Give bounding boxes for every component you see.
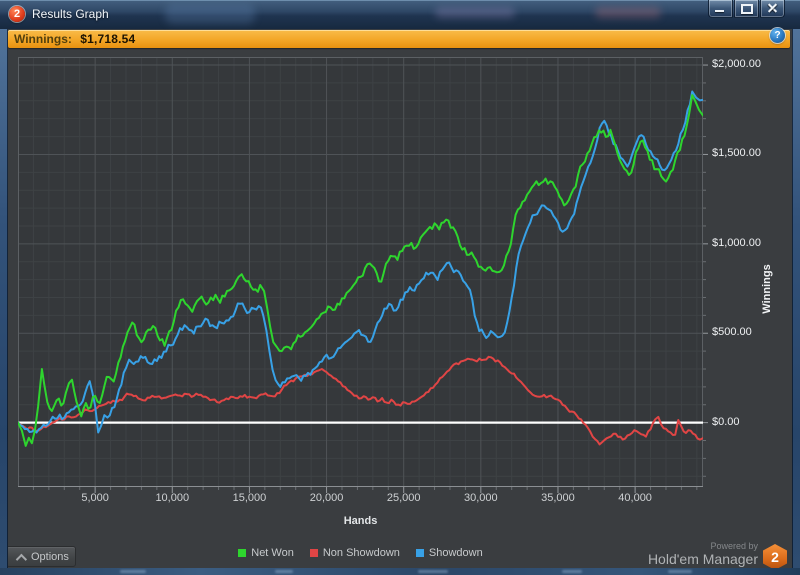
window-border-left	[0, 29, 8, 568]
winnings-label: Winnings:	[14, 32, 72, 46]
window-border-right	[792, 29, 800, 568]
winnings-value: $1,718.54	[80, 32, 135, 46]
x-tick-label: 5,000	[60, 492, 130, 504]
results-graph-window: 2 Results Graph Winnings: $1,718.54 ? 5,…	[0, 0, 800, 575]
glass-reflection	[275, 570, 293, 573]
glass-reflection	[595, 7, 661, 18]
maximize-button[interactable]	[734, 0, 759, 18]
caption-buttons	[708, 0, 786, 18]
brand-label: Hold'em Manager	[648, 551, 758, 567]
legend-swatch-icon	[238, 549, 246, 557]
maximize-icon	[741, 4, 753, 14]
legend-item-showdown[interactable]: Showdown	[416, 547, 483, 559]
minimize-icon	[715, 10, 724, 12]
legend-item-net-won[interactable]: Net Won	[238, 547, 294, 559]
glass-reflection	[165, 4, 255, 24]
x-tick-label: 25,000	[369, 492, 439, 504]
x-tick-label: 40,000	[600, 492, 670, 504]
glass-reflection	[418, 570, 448, 573]
glass-reflection	[435, 7, 515, 18]
hm2-badge-icon: 2	[763, 544, 787, 570]
results-chart-plot[interactable]	[18, 57, 710, 495]
chart-legend: Net Won Non Showdown Showdown	[18, 547, 703, 559]
legend-label: Net Won	[251, 547, 294, 559]
legend-label: Showdown	[429, 547, 483, 559]
legend-swatch-icon	[416, 549, 424, 557]
window-title: Results Graph	[32, 7, 109, 21]
x-tick-label: 30,000	[446, 492, 516, 504]
minimize-button[interactable]	[708, 0, 733, 18]
window-border-bottom	[0, 568, 800, 575]
legend-label: Non Showdown	[323, 547, 400, 559]
x-tick-label: 15,000	[214, 492, 284, 504]
help-icon[interactable]: ?	[770, 28, 785, 43]
x-tick-label: 35,000	[523, 492, 593, 504]
powered-by-label: Powered by	[710, 541, 758, 551]
x-tick-label: 10,000	[137, 492, 207, 504]
y-axis-title: Winnings	[761, 264, 773, 313]
y-tick-label: $2,000.00	[712, 58, 761, 72]
chart-svg	[18, 57, 710, 495]
legend-swatch-icon	[310, 549, 318, 557]
glass-reflection	[120, 570, 146, 573]
glass-reflection	[562, 570, 582, 573]
y-tick-label: $1,000.00	[712, 237, 761, 251]
x-tick-label: 20,000	[292, 492, 362, 504]
title-bar[interactable]: 2 Results Graph	[0, 0, 800, 29]
glass-reflection	[668, 570, 692, 573]
winnings-bar: Winnings: $1,718.54	[8, 30, 790, 48]
x-axis-title: Hands	[18, 515, 703, 527]
y-tick-label: $0.00	[712, 416, 740, 430]
hm2-app-icon: 2	[9, 6, 25, 22]
y-tick-label: $1,500.00	[712, 147, 761, 161]
y-tick-label: $500.00	[712, 326, 752, 340]
close-button[interactable]	[760, 0, 785, 18]
legend-item-non-showdown[interactable]: Non Showdown	[310, 547, 400, 559]
